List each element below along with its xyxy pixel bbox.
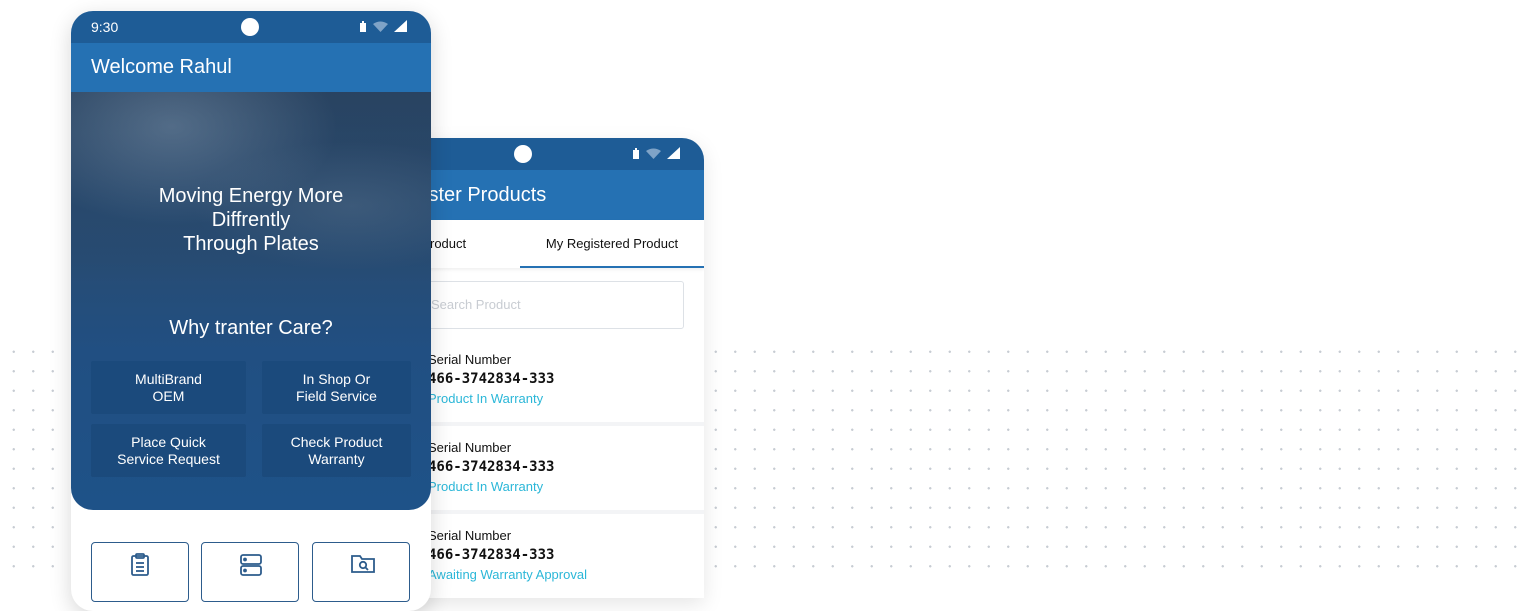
serial-label: Serial Number bbox=[428, 440, 512, 455]
status-icons bbox=[632, 147, 680, 159]
hero-banner: Moving Energy More Diffrently Through Pl… bbox=[71, 92, 431, 510]
signal-icon bbox=[667, 147, 680, 159]
list-item[interactable]: Serial Number 466-3742834-333 Product In… bbox=[428, 352, 704, 406]
button-line: In Shop Or bbox=[302, 370, 371, 387]
server-icon bbox=[240, 554, 262, 576]
hero-line: Moving Energy More bbox=[158, 185, 344, 207]
signal-icon bbox=[394, 20, 407, 32]
divider bbox=[428, 422, 704, 426]
service-request-button[interactable]: Place Quick Service Request bbox=[91, 424, 246, 477]
button-line: Warranty bbox=[308, 450, 365, 467]
warranty-status: Product In Warranty bbox=[428, 391, 544, 406]
button-line: Place Quick bbox=[131, 433, 206, 450]
check-warranty-button[interactable]: Check Product Warranty bbox=[262, 424, 411, 477]
field-service-button[interactable]: In Shop Or Field Service bbox=[262, 361, 411, 414]
button-line: MultiBrand bbox=[135, 370, 202, 387]
home-phone: 9:30 Welcome Rahul Moving Energy More Di… bbox=[71, 11, 431, 611]
clipboard-button[interactable] bbox=[91, 542, 189, 602]
section-title: Why tranter Care? bbox=[169, 317, 333, 339]
serial-label: Serial Number bbox=[428, 528, 512, 543]
wifi-icon bbox=[373, 21, 388, 32]
list-item[interactable]: Serial Number 466-3742834-333 Awaiting W… bbox=[428, 528, 704, 582]
welcome-title: Welcome Rahul bbox=[71, 43, 431, 92]
hero-line: Through Plates bbox=[183, 233, 319, 255]
search-input[interactable]: Search Product bbox=[408, 281, 684, 329]
camera-cutout bbox=[514, 145, 532, 163]
clipboard-icon bbox=[131, 553, 149, 576]
tab-my-registered-product[interactable]: My Registered Product bbox=[520, 220, 704, 268]
button-line: Field Service bbox=[296, 387, 377, 404]
button-line: Check Product bbox=[290, 433, 383, 450]
serial-number: 466-3742834-333 bbox=[428, 547, 555, 563]
list-item[interactable]: Serial Number 466-3742834-333 Product In… bbox=[428, 440, 704, 494]
hero-line: Diffrently bbox=[211, 209, 291, 231]
hero-headline: Moving Energy More Diffrently Through Pl… bbox=[71, 184, 431, 256]
server-button[interactable] bbox=[201, 542, 299, 602]
status-bar: 9:30 bbox=[71, 11, 431, 43]
status-time: 9:30 bbox=[91, 19, 119, 35]
camera-cutout bbox=[241, 18, 259, 36]
wifi-icon bbox=[646, 148, 661, 159]
battery-icon bbox=[360, 20, 366, 32]
folder-search-button[interactable] bbox=[312, 542, 410, 602]
serial-number: 466-3742834-333 bbox=[428, 371, 555, 387]
serial-label: Serial Number bbox=[428, 352, 512, 367]
warranty-status: Awaiting Warranty Approval bbox=[428, 567, 587, 582]
button-line: OEM bbox=[152, 387, 185, 404]
multibrand-oem-button[interactable]: MultiBrand OEM bbox=[91, 361, 246, 414]
serial-number: 466-3742834-333 bbox=[428, 459, 555, 475]
divider bbox=[428, 510, 704, 514]
battery-icon bbox=[633, 147, 639, 159]
folder-search-icon bbox=[351, 555, 375, 573]
button-line: Service Request bbox=[117, 450, 220, 467]
status-icons bbox=[359, 20, 407, 32]
warranty-status: Product In Warranty bbox=[428, 479, 544, 494]
